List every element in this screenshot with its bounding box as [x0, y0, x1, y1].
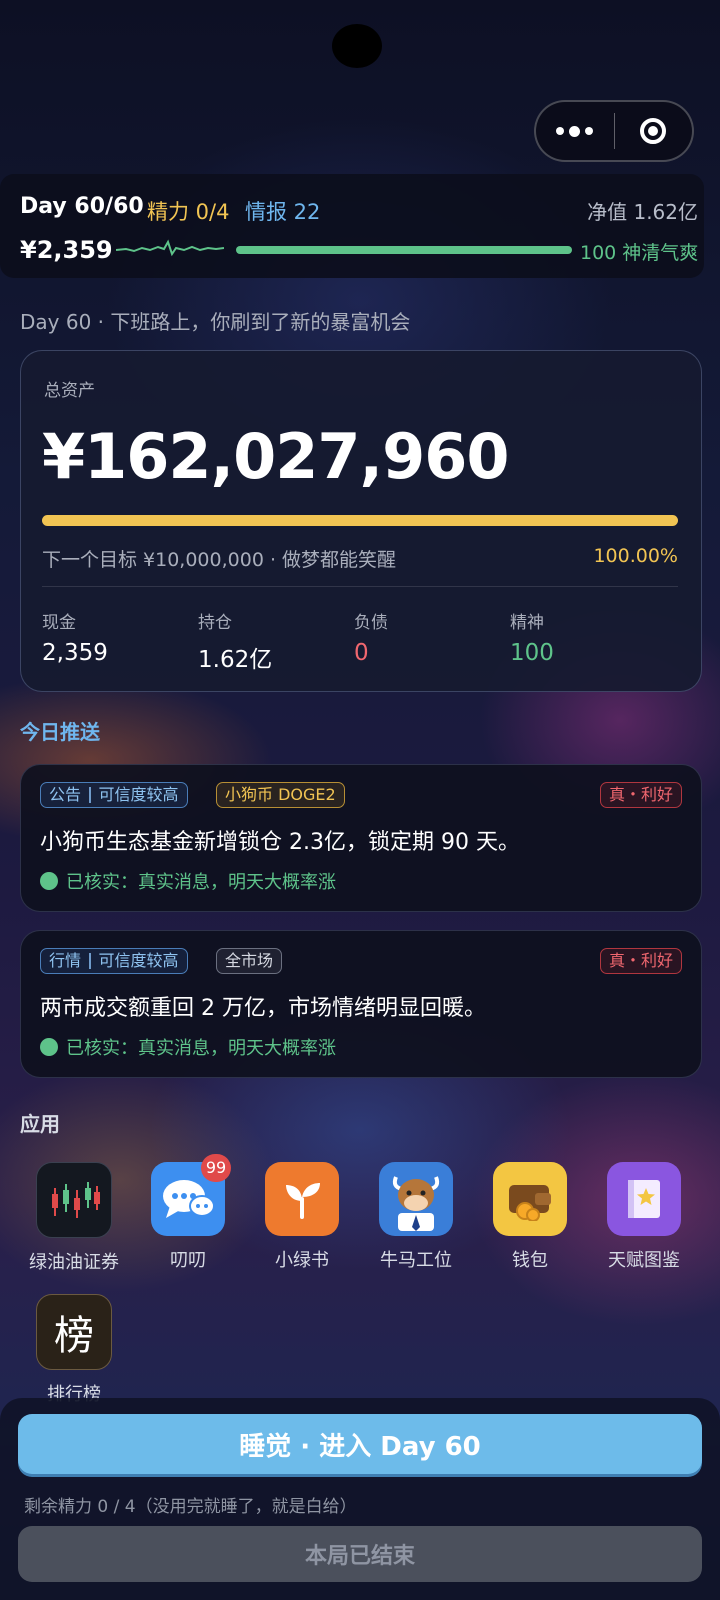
- stat-holdings-value: 1.62亿: [198, 647, 273, 673]
- stat-spirit-label: 精神: [510, 613, 544, 633]
- app-stock-broker[interactable]: 绿油油证券: [24, 1162, 124, 1274]
- stat-spirit-value: 100: [510, 640, 554, 666]
- news-text: 小狗币生态基金新增锁仓 2.3亿，锁定期 90 天。: [40, 830, 520, 855]
- energy-counter: 精力 0/4: [147, 200, 230, 224]
- news-type-tag: 行情 可信度较高: [40, 948, 188, 974]
- news-scope-tag: 小狗币 DOGE2: [216, 782, 345, 808]
- stat-cash-value: 2,359: [42, 640, 108, 666]
- news-credibility: 可信度较高: [98, 951, 179, 970]
- game-ended-button[interactable]: 本局已结束: [18, 1526, 702, 1582]
- health-status: 100 神清气爽: [580, 242, 699, 264]
- intel-counter: 情报 22: [245, 200, 321, 224]
- wallet-icon: [493, 1162, 567, 1236]
- sleep-button[interactable]: 睡觉 · 进入 Day 60: [18, 1414, 702, 1474]
- close-miniprogram-button[interactable]: [615, 102, 693, 160]
- asset-label: 总资产: [44, 381, 95, 401]
- app-workstation[interactable]: 牛马工位: [366, 1162, 466, 1272]
- miniprogram-capsule: [534, 100, 694, 162]
- event-line: Day 60 · 下班路上，你刷到了新的暴富机会: [20, 310, 411, 334]
- unread-badge: 99: [201, 1154, 231, 1182]
- app-talents[interactable]: 天赋图鉴: [594, 1162, 694, 1272]
- app-name: 钱包: [512, 1250, 548, 1271]
- apps-title: 应用: [20, 1112, 60, 1136]
- dot-icon: [556, 127, 565, 135]
- stat-debt-label: 负债: [354, 613, 388, 633]
- verified-dot-icon: [40, 872, 58, 890]
- net-worth: 净值 1.62亿: [587, 200, 698, 224]
- stat-debt-value: 0: [354, 640, 369, 666]
- stat-cash-label: 现金: [42, 613, 76, 633]
- chat-bubbles-icon: 99: [151, 1154, 231, 1236]
- news-verify: 已核实：真实消息，明天大概率涨: [40, 1034, 336, 1060]
- divider: [42, 586, 678, 587]
- goal-progress-bar: [42, 515, 678, 526]
- cash-amount: ¥2,359: [20, 236, 113, 264]
- sprout-icon: [265, 1162, 339, 1236]
- dot-icon: [585, 127, 594, 135]
- app-notes[interactable]: 小绿书: [252, 1162, 352, 1272]
- stat-holdings-label: 持仓: [198, 613, 232, 633]
- news-type: 公告: [49, 785, 82, 804]
- app-name: 天赋图鉴: [608, 1250, 680, 1271]
- app-name: 绿油油证券: [29, 1252, 119, 1273]
- app-name: 小绿书: [275, 1250, 329, 1271]
- health-bar: [236, 246, 572, 254]
- app-chat[interactable]: 99 叨叨: [138, 1154, 238, 1272]
- news-verdict-tag: 真・利好: [599, 782, 682, 808]
- dot-icon: [569, 125, 581, 137]
- news-type: 行情: [49, 951, 82, 970]
- sparkline-icon: [116, 239, 224, 257]
- energy-hint: 剩余精力 0 / 4（没用完就睡了，就是白给）: [24, 1497, 357, 1517]
- leaderboard-glyph-icon: 榜: [36, 1294, 112, 1370]
- more-menu-button[interactable]: [536, 102, 614, 160]
- front-camera: [332, 24, 382, 68]
- goal-percent: 100.00%: [593, 545, 678, 567]
- goal-text: 下一个目标 ¥10,000,000 · 做梦都能笑醒: [42, 549, 397, 571]
- app-name: 叨叨: [170, 1250, 206, 1271]
- candlestick-chart-icon: [36, 1162, 112, 1238]
- star-book-icon: [607, 1162, 681, 1236]
- app-wallet[interactable]: 钱包: [480, 1162, 580, 1272]
- news-scope-tag: 全市场: [216, 948, 283, 974]
- total-assets-value: ¥162,027,960: [42, 420, 510, 493]
- app-name: 牛马工位: [380, 1250, 452, 1271]
- news-verify: 已核实：真实消息，明天大概率涨: [40, 868, 336, 894]
- feed-title: 今日推送: [20, 720, 100, 744]
- target-circle-icon: [640, 118, 667, 144]
- verified-dot-icon: [40, 1038, 58, 1056]
- day-counter: Day 60/60: [20, 194, 144, 219]
- news-type-tag: 公告 可信度较高: [40, 782, 188, 808]
- news-verdict-tag: 真・利好: [599, 948, 682, 974]
- cow-avatar-icon: [379, 1162, 453, 1236]
- news-text: 两市成交额重回 2 万亿，市场情绪明显回暖。: [40, 996, 486, 1021]
- news-credibility: 可信度较高: [98, 785, 179, 804]
- app-leaderboard[interactable]: 榜 排行榜: [24, 1294, 124, 1406]
